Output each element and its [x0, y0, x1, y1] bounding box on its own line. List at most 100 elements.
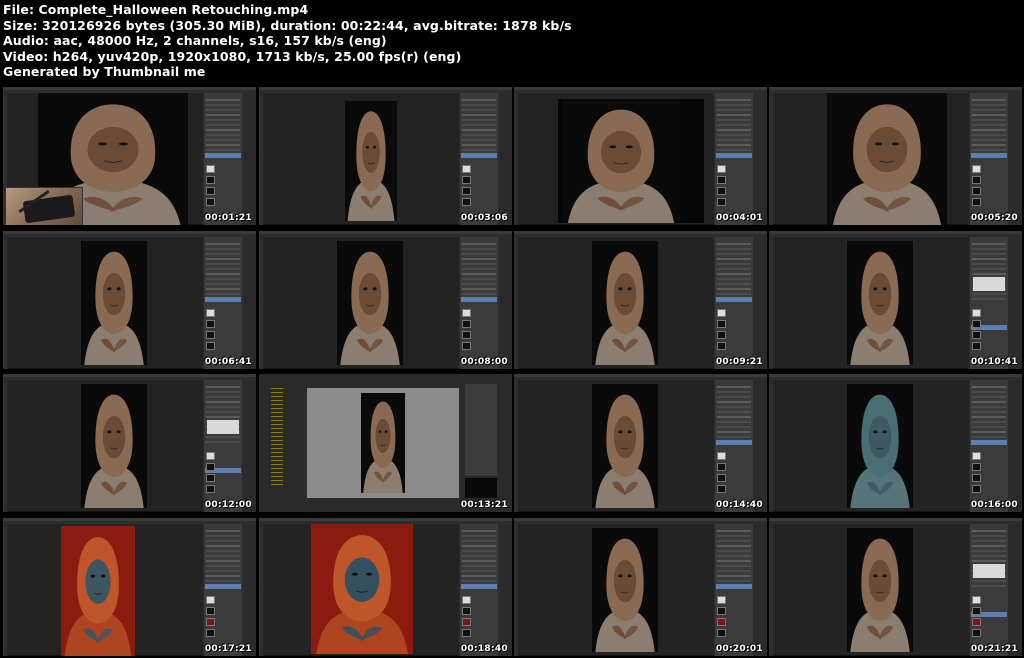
panel-row[interactable]	[462, 149, 496, 151]
video-thumbnail[interactable]: 00:10:41	[769, 231, 1022, 369]
panel-row[interactable]	[206, 248, 240, 250]
panel-row[interactable]	[462, 258, 496, 260]
panel-row[interactable]	[717, 104, 751, 106]
panel-dock[interactable]	[1008, 524, 1022, 656]
panel-dock[interactable]	[753, 380, 767, 512]
selected-layer[interactable]	[461, 297, 497, 302]
panel-dock[interactable]	[242, 93, 256, 225]
panel-row[interactable]	[717, 119, 751, 121]
panel-row[interactable]	[206, 109, 240, 111]
panel-row[interactable]	[462, 268, 496, 270]
tools-bar[interactable]	[259, 93, 263, 225]
panel-row[interactable]	[717, 268, 751, 270]
video-thumbnail[interactable]: 00:08:00	[259, 231, 512, 369]
panel-row[interactable]	[206, 540, 240, 542]
panel-row[interactable]	[972, 560, 1006, 562]
panel-row[interactable]	[206, 550, 240, 552]
panel-dock[interactable]	[753, 237, 767, 369]
layers-panel[interactable]	[459, 93, 498, 225]
panel-row[interactable]	[206, 545, 240, 547]
metadata-panel[interactable]	[465, 384, 497, 476]
panel-row[interactable]	[972, 396, 1006, 398]
panel-row[interactable]	[462, 273, 496, 275]
panel-row[interactable]	[206, 268, 240, 270]
layer-thumbnail[interactable]	[972, 187, 981, 195]
layers-panel[interactable]	[714, 524, 753, 656]
panel-row[interactable]	[717, 134, 751, 136]
layer-thumbnail[interactable]	[206, 198, 215, 206]
selected-layer[interactable]	[205, 153, 241, 158]
panel-row[interactable]	[206, 565, 240, 567]
panel-row[interactable]	[972, 585, 1006, 587]
selected-layer[interactable]	[461, 153, 497, 158]
panel-row[interactable]	[206, 119, 240, 121]
panel-row[interactable]	[972, 416, 1006, 418]
panel-row[interactable]	[717, 535, 751, 537]
panel-dock[interactable]	[498, 524, 512, 656]
layer-thumbnail[interactable]	[972, 474, 981, 482]
selected-layer[interactable]	[971, 153, 1007, 158]
panel-row[interactable]	[717, 99, 751, 101]
tools-bar[interactable]	[3, 524, 7, 656]
panel-row[interactable]	[206, 258, 240, 260]
panel-row[interactable]	[462, 99, 496, 101]
layer-thumbnail[interactable]	[462, 331, 471, 339]
layer-thumbnail[interactable]	[206, 452, 215, 460]
selected-layer[interactable]	[716, 584, 752, 589]
panel-row[interactable]	[717, 580, 751, 582]
panel-row[interactable]	[972, 293, 1006, 295]
video-thumbnail[interactable]: 00:12:00	[3, 374, 256, 512]
layer-thumbnail[interactable]	[972, 320, 981, 328]
layer-thumbnail[interactable]	[462, 596, 471, 604]
panel-row[interactable]	[462, 253, 496, 255]
panel-row[interactable]	[206, 401, 240, 403]
adjustments-panel[interactable]	[203, 380, 242, 512]
panel-row[interactable]	[206, 144, 240, 146]
panel-row[interactable]	[462, 278, 496, 280]
panel-row[interactable]	[206, 416, 240, 418]
selected-layer[interactable]	[716, 440, 752, 445]
video-thumbnail[interactable]: 00:05:20	[769, 87, 1022, 225]
panel-row[interactable]	[717, 124, 751, 126]
layers-panel[interactable]	[459, 237, 498, 369]
panel-row[interactable]	[462, 575, 496, 577]
panel-row[interactable]	[972, 109, 1006, 111]
panel-row[interactable]	[206, 391, 240, 393]
layer-thumbnail[interactable]	[717, 176, 726, 184]
panel-row[interactable]	[717, 139, 751, 141]
panel-dock[interactable]	[1008, 93, 1022, 225]
panel-row[interactable]	[972, 273, 1006, 275]
panel-row[interactable]	[972, 535, 1006, 537]
layer-thumbnail[interactable]	[717, 187, 726, 195]
panel-row[interactable]	[206, 580, 240, 582]
panel-row[interactable]	[206, 570, 240, 572]
layer-thumbnail[interactable]	[717, 607, 726, 615]
layer-thumbnail[interactable]	[462, 176, 471, 184]
panel-row[interactable]	[206, 535, 240, 537]
panel-row[interactable]	[462, 545, 496, 547]
layer-thumbnail[interactable]	[206, 309, 215, 317]
panel-row[interactable]	[717, 391, 751, 393]
layer-thumbnail[interactable]	[717, 331, 726, 339]
panel-row[interactable]	[717, 545, 751, 547]
panel-row[interactable]	[717, 386, 751, 388]
panel-row[interactable]	[717, 243, 751, 245]
panel-row[interactable]	[462, 109, 496, 111]
layers-panel[interactable]	[969, 380, 1008, 512]
panel-row[interactable]	[206, 273, 240, 275]
panel-row[interactable]	[972, 298, 1006, 300]
layer-thumbnail[interactable]	[462, 320, 471, 328]
panel-row[interactable]	[717, 565, 751, 567]
layer-thumbnail[interactable]	[972, 176, 981, 184]
panel-row[interactable]	[972, 134, 1006, 136]
panel-row[interactable]	[717, 288, 751, 290]
curves-graph[interactable]	[973, 277, 1005, 291]
panel-row[interactable]	[972, 258, 1006, 260]
layer-thumbnail[interactable]	[972, 607, 981, 615]
panel-row[interactable]	[717, 273, 751, 275]
panel-row[interactable]	[972, 243, 1006, 245]
panel-row[interactable]	[972, 391, 1006, 393]
panel-row[interactable]	[717, 396, 751, 398]
layer-thumbnail[interactable]	[972, 618, 981, 626]
layer-thumbnail[interactable]	[206, 176, 215, 184]
